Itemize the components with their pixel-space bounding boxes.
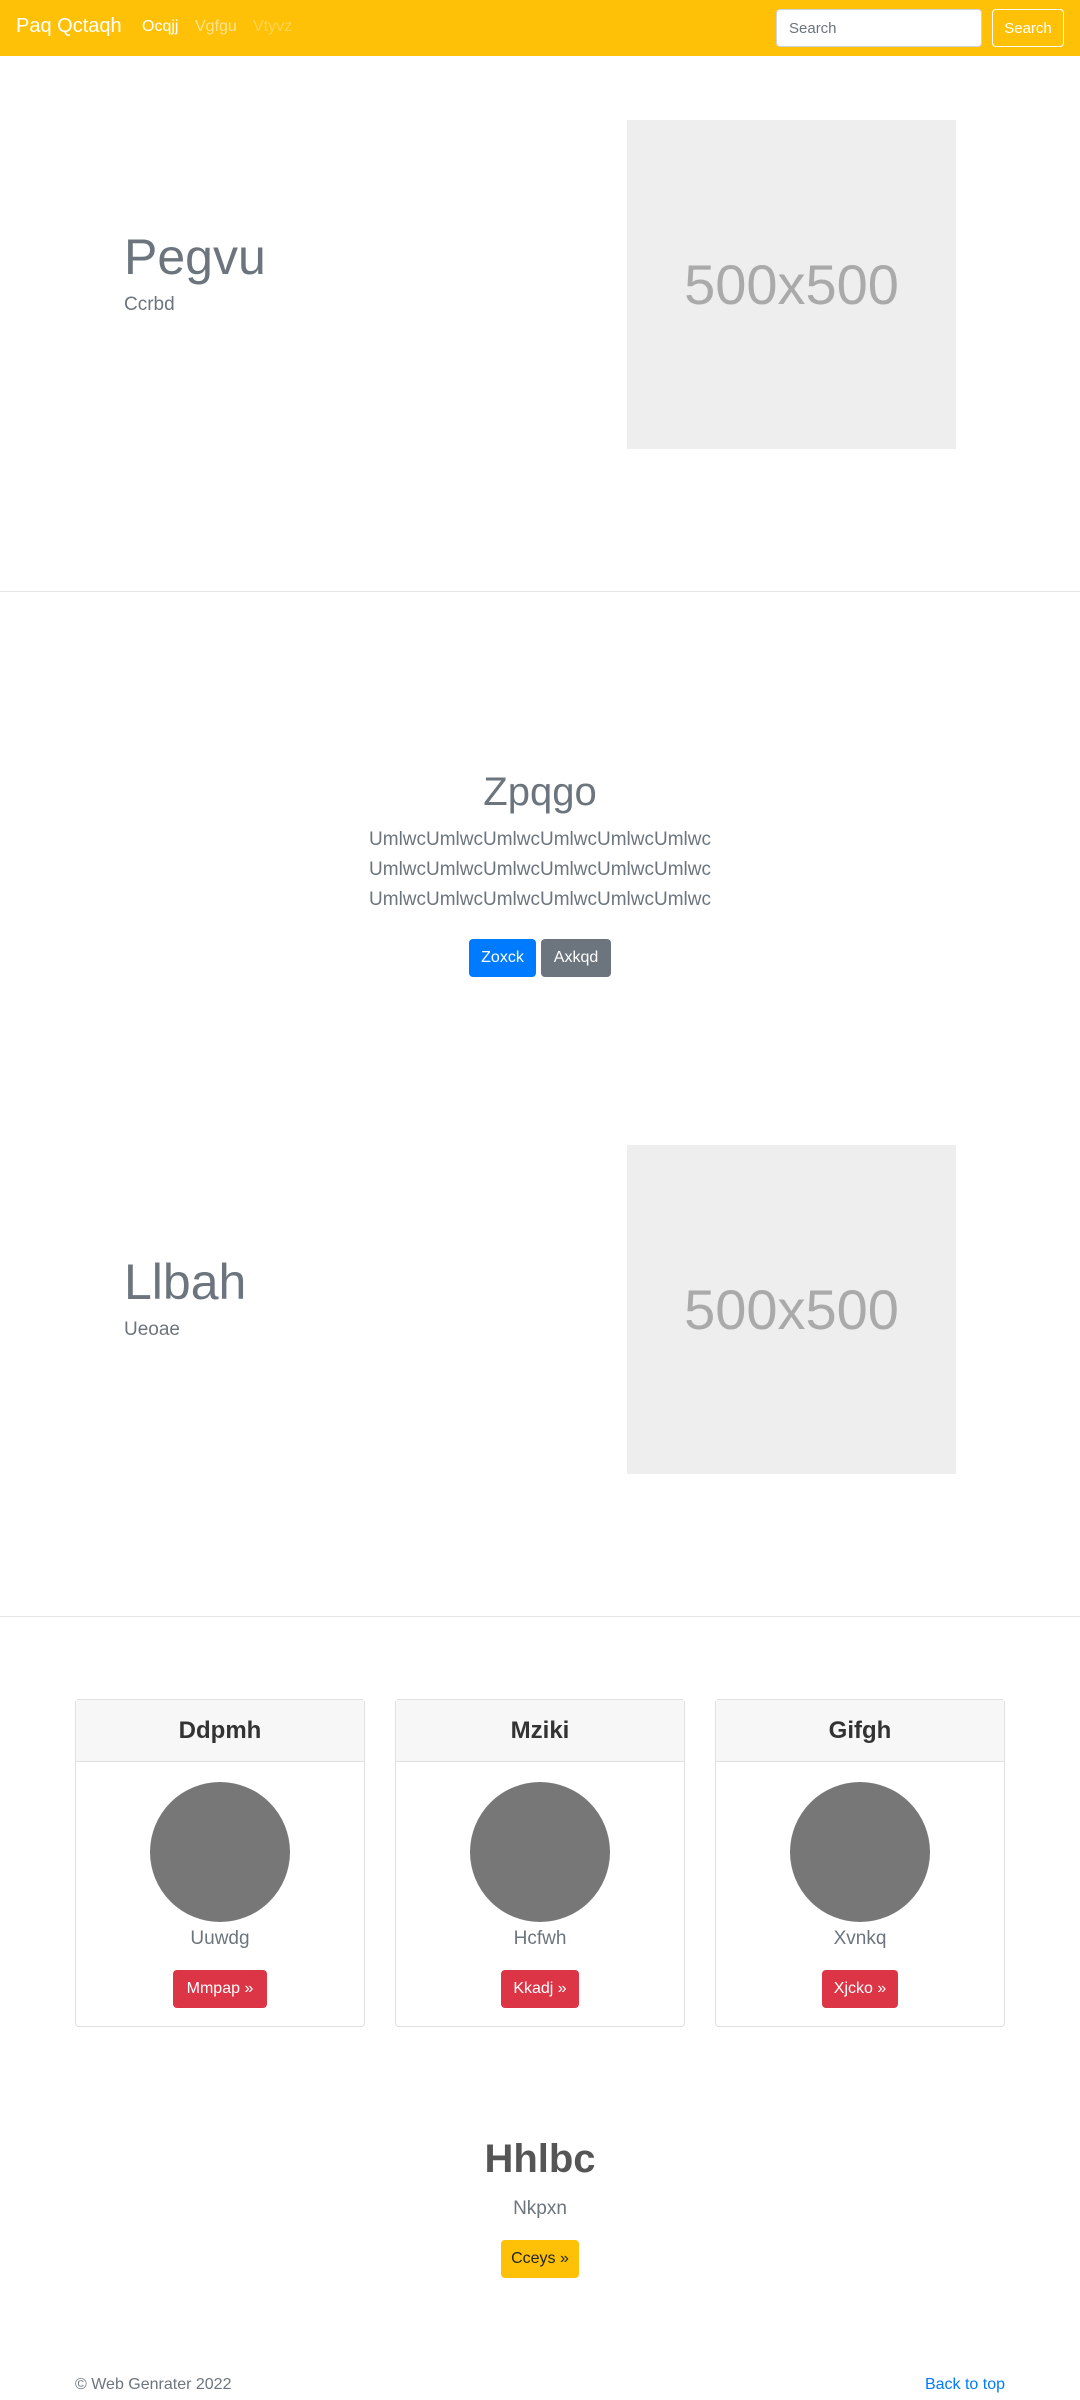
profile-card: Gifgh Xvnkq Xjcko » bbox=[715, 1699, 1005, 2027]
navbar: Paq Qctaqh Ocqjj Vgfgu Vtyvz Search bbox=[0, 0, 1080, 56]
navbar-brand[interactable]: Paq Qctaqh bbox=[16, 15, 122, 38]
card-action-button[interactable]: Xjcko » bbox=[822, 1970, 898, 2008]
hero-text-line: UmlwcUmlwcUmlwcUmlwcUmlwcUmlwc bbox=[369, 829, 711, 850]
feature-title: Llbah bbox=[124, 1254, 247, 1310]
feature-subtitle: Ccrbd bbox=[124, 294, 175, 315]
avatar bbox=[150, 1782, 290, 1922]
placeholder-label: 500x500 bbox=[684, 1278, 899, 1341]
card-name: Hcfwh bbox=[513, 1928, 567, 1949]
back-to-top-link[interactable]: Back to top bbox=[925, 2376, 1005, 2394]
footer-copyright: © Web Genrater 2022 bbox=[75, 2376, 232, 2393]
feature-subtitle: Ueoae bbox=[124, 1319, 180, 1340]
nav-link-ocqjj[interactable]: Ocqjj bbox=[142, 18, 178, 36]
hero-text-line: UmlwcUmlwcUmlwcUmlwcUmlwcUmlwc bbox=[369, 859, 711, 880]
card-header: Gifgh bbox=[716, 1700, 1004, 1762]
section-divider bbox=[0, 591, 1080, 592]
feature-image-placeholder: 500x500 bbox=[627, 1145, 956, 1474]
search-input[interactable] bbox=[776, 9, 982, 47]
hero-title: Zpqgo bbox=[483, 770, 597, 814]
card-header: Ddpmh bbox=[76, 1700, 364, 1762]
card-action-button[interactable]: Mmpap » bbox=[173, 1970, 267, 2008]
placeholder-label: 500x500 bbox=[684, 253, 899, 316]
hero-primary-button[interactable]: Zoxck bbox=[469, 939, 536, 977]
card-header: Mziki bbox=[396, 1700, 684, 1762]
avatar bbox=[790, 1782, 930, 1922]
cta-button[interactable]: Cceys » bbox=[501, 2240, 579, 2278]
feature-title: Pegvu bbox=[124, 229, 266, 285]
feature-image-placeholder: 500x500 bbox=[627, 120, 956, 449]
hero-text-line: UmlwcUmlwcUmlwcUmlwcUmlwcUmlwc bbox=[369, 889, 711, 910]
card-name: Xvnkq bbox=[833, 1928, 887, 1949]
cta-subtitle: Nkpxn bbox=[513, 2198, 567, 2219]
card-action-button[interactable]: Kkadj » bbox=[501, 1970, 579, 2008]
search-button[interactable]: Search bbox=[992, 9, 1064, 47]
avatar bbox=[470, 1782, 610, 1922]
card-name: Uuwdg bbox=[190, 1928, 250, 1949]
nav-link-vgfgu[interactable]: Vgfgu bbox=[195, 18, 237, 36]
section-divider bbox=[0, 1616, 1080, 1617]
profile-card: Ddpmh Uuwdg Mmpap » bbox=[75, 1699, 365, 2027]
nav-link-vtyvz[interactable]: Vtyvz bbox=[253, 18, 292, 36]
profile-card: Mziki Hcfwh Kkadj » bbox=[395, 1699, 685, 2027]
cta-title: Hhlbc bbox=[484, 2137, 596, 2181]
hero-secondary-button[interactable]: Axkqd bbox=[541, 939, 611, 977]
